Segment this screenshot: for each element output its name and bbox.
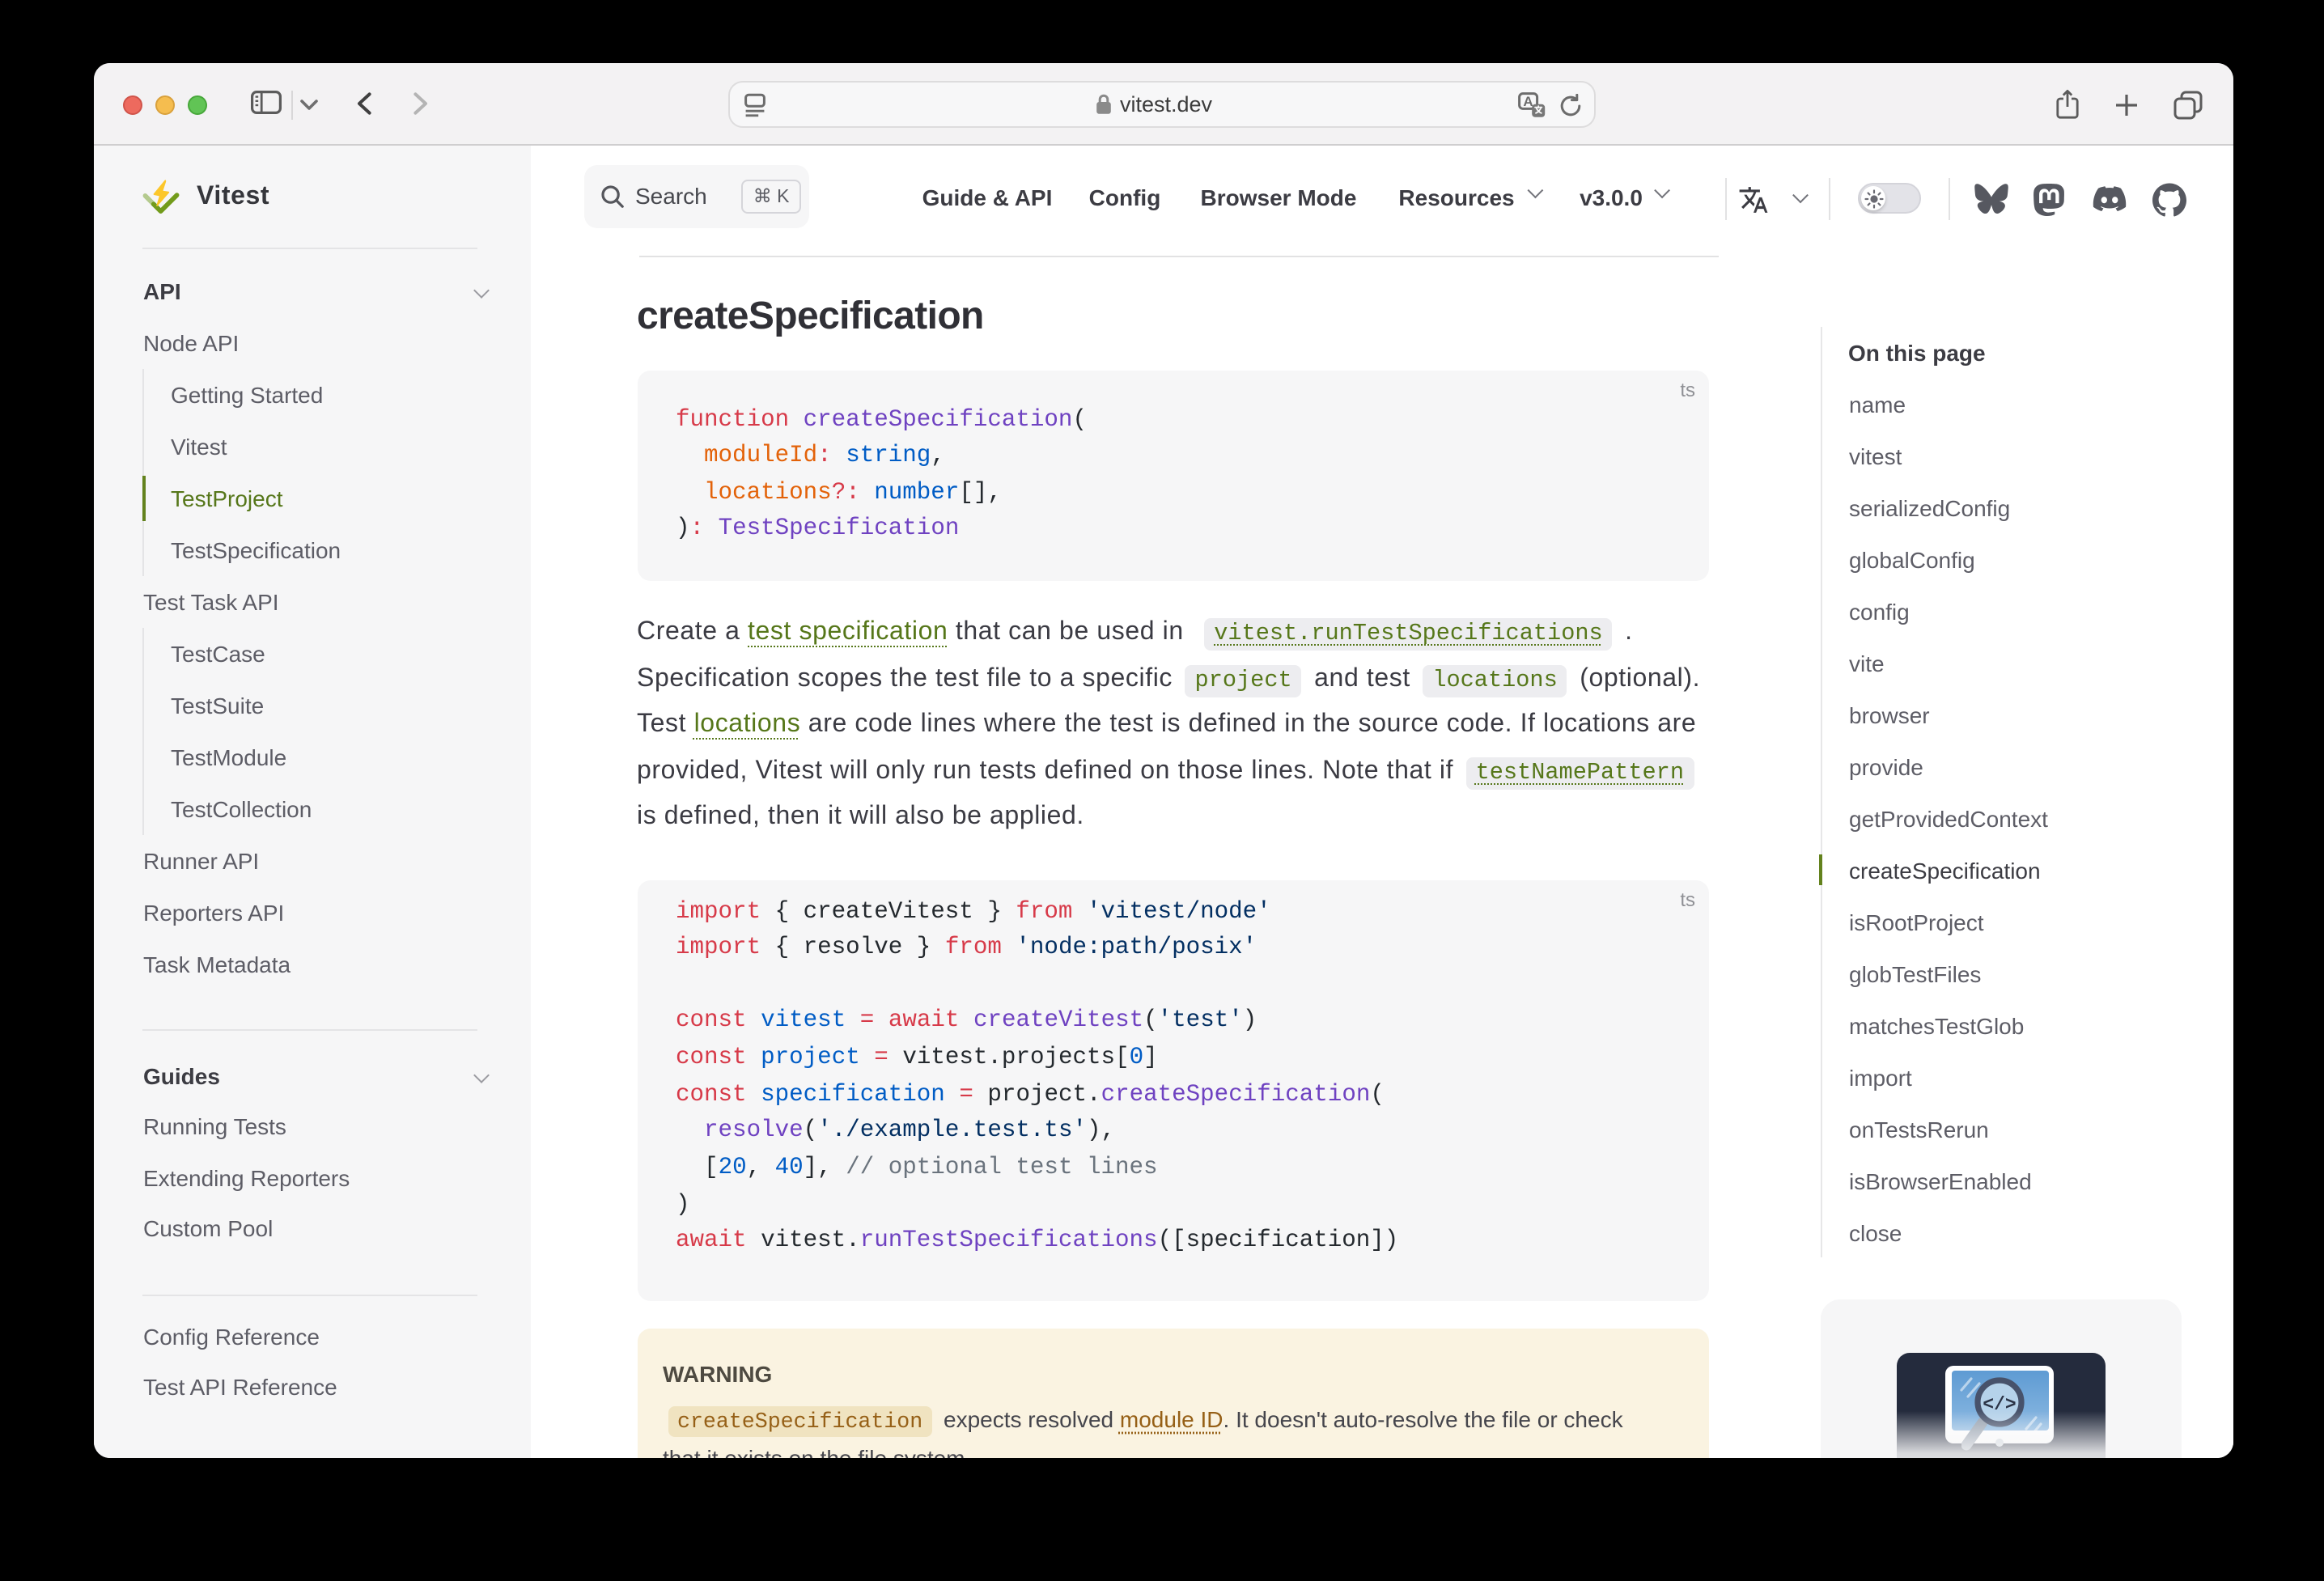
svg-text:A: A <box>1523 94 1533 109</box>
